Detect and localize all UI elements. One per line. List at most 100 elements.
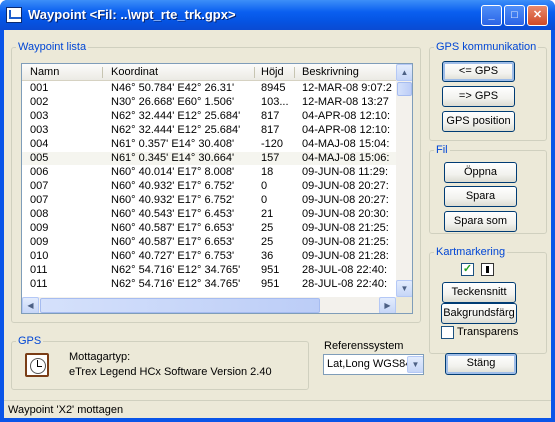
column-header-name[interactable]: Namn bbox=[30, 66, 59, 78]
table-row[interactable]: 003 N62° 32.444' E12° 25.684' 817 04-APR-08… bbox=[22, 124, 396, 137]
table-row[interactable]: 011 N62° 54.716' E12° 34.765' 951 28-JUL-08… bbox=[22, 264, 396, 277]
app-icon bbox=[6, 7, 22, 23]
transparent-checkbox[interactable] bbox=[441, 326, 454, 339]
table-row[interactable]: 001 N46° 50.784' E42° 26.31' 8945 12-MAR-08… bbox=[22, 82, 396, 95]
status-text: Waypoint 'X2' mottagen bbox=[8, 404, 124, 416]
horizontal-scrollbar[interactable]: ◀ ▶ bbox=[22, 297, 396, 313]
column-divider[interactable] bbox=[102, 67, 103, 78]
cell-height: 951 bbox=[261, 278, 280, 290]
cell-name: 006 bbox=[30, 166, 49, 178]
cell-coordinate: N46° 50.784' E42° 26.31' bbox=[111, 82, 235, 94]
cell-name: 004 bbox=[30, 138, 49, 150]
waypoint-list[interactable]: Namn Koordinat Höjd Beskrivning 001 N46° … bbox=[21, 63, 413, 314]
map-marking-legend: Kartmarkering bbox=[436, 246, 506, 258]
reference-system-label: Referenssystem bbox=[324, 340, 404, 352]
table-row[interactable]: 009 N60° 40.587' E17° 6.653' 25 09-JUN-08 2… bbox=[22, 222, 396, 235]
cell-name: 003 bbox=[30, 124, 49, 136]
cell-height: 817 bbox=[261, 124, 280, 136]
cell-height: -120 bbox=[261, 138, 284, 150]
cell-height: 21 bbox=[261, 208, 274, 220]
receiver-type-value: eTrex Legend HCx Software Version 2.40 bbox=[69, 366, 272, 378]
window-title: Waypoint <Fil: ..\wpt_rte_trk.gpx> bbox=[28, 7, 236, 22]
cell-description: 09-JUN-08 20:27: bbox=[302, 180, 389, 192]
column-header-coordinate[interactable]: Koordinat bbox=[111, 66, 158, 78]
scroll-right-button[interactable]: ▶ bbox=[379, 297, 396, 313]
cell-coordinate: N60° 40.932' E17° 6.752' bbox=[111, 180, 235, 192]
save-button[interactable]: Spara bbox=[444, 186, 517, 207]
reference-system-select[interactable]: Lat,Long WGS84 ▼ bbox=[323, 354, 424, 375]
map-marking-checkbox[interactable]: ✓ bbox=[461, 263, 474, 276]
scroll-left-button[interactable]: ◀ bbox=[22, 297, 39, 313]
column-divider[interactable] bbox=[294, 67, 295, 78]
table-row[interactable]: 003 N62° 32.444' E12° 25.684' 817 04-APR-08… bbox=[22, 110, 396, 123]
scroll-down-button[interactable]: ▼ bbox=[396, 280, 412, 297]
table-row[interactable]: 006 N60° 40.014' E17° 8.008' 18 09-JUN-08 1… bbox=[22, 166, 396, 179]
cell-description: 09-JUN-08 21:28: bbox=[302, 250, 389, 262]
font-button[interactable]: Teckensnitt bbox=[442, 282, 516, 303]
column-divider[interactable] bbox=[254, 67, 255, 78]
minimize-button[interactable]: _ bbox=[481, 5, 502, 26]
cell-height: 25 bbox=[261, 236, 274, 248]
cell-description: 09-JUN-08 20:27: bbox=[302, 194, 389, 206]
list-header: Namn Koordinat Höjd Beskrivning bbox=[22, 64, 396, 81]
table-row[interactable]: 010 N60° 40.727' E17° 6.753' 36 09-JUN-08 2… bbox=[22, 250, 396, 263]
application-window: Waypoint <Fil: ..\wpt_rte_trk.gpx> _ □ ✕… bbox=[0, 0, 555, 422]
cell-name: 005 bbox=[30, 152, 49, 164]
cell-name: 007 bbox=[30, 194, 49, 206]
vertical-scrollbar[interactable]: ▲ ▼ bbox=[396, 64, 412, 297]
close-window-button[interactable]: ✕ bbox=[527, 5, 548, 26]
column-header-description[interactable]: Beskrivning bbox=[302, 66, 359, 78]
cell-coordinate: N60° 40.587' E17° 6.653' bbox=[111, 236, 235, 248]
receiver-type-label: Mottagartyp: bbox=[69, 351, 131, 363]
cell-coordinate: N62° 32.444' E12° 25.684' bbox=[111, 124, 241, 136]
table-row[interactable]: 008 N60° 40.543' E17° 6.453' 21 09-JUN-08 2… bbox=[22, 208, 396, 221]
scroll-up-button[interactable]: ▲ bbox=[396, 64, 412, 81]
cell-height: 8945 bbox=[261, 82, 286, 94]
cell-description: 09-JUN-08 20:30: bbox=[302, 208, 389, 220]
column-header-height[interactable]: Höjd bbox=[261, 66, 284, 78]
table-row[interactable]: 004 N61° 0.357' E14° 30.408' -120 04-MAJ-08… bbox=[22, 138, 396, 151]
background-color-button[interactable]: Bakgrundsfärg bbox=[441, 303, 517, 324]
vertical-scroll-thumb[interactable] bbox=[397, 82, 412, 96]
cell-name: 002 bbox=[30, 96, 49, 108]
maximize-button[interactable]: □ bbox=[504, 5, 525, 26]
gps-position-button[interactable]: GPS position bbox=[442, 111, 515, 132]
cell-description: 28-JUL-08 22:40: bbox=[302, 278, 387, 290]
cell-height: 0 bbox=[261, 180, 268, 192]
list-rows: 001 N46° 50.784' E42° 26.31' 8945 12-MAR-08… bbox=[22, 82, 396, 294]
cell-coordinate: N61° 0.345' E14° 30.664' bbox=[111, 152, 235, 164]
cell-height: 18 bbox=[261, 166, 274, 178]
cell-description: 04-APR-08 12:10: bbox=[302, 110, 391, 122]
horizontal-scroll-thumb[interactable] bbox=[40, 298, 320, 313]
table-row[interactable]: 009 N60° 40.587' E17° 6.653' 25 09-JUN-08 2… bbox=[22, 236, 396, 249]
table-row[interactable]: 002 N30° 26.668' E60° 1.506' 103... 12-MAR-… bbox=[22, 96, 396, 109]
cell-description: 09-JUN-08 21:25: bbox=[302, 222, 389, 234]
gps-legend: GPS bbox=[18, 335, 42, 347]
cell-coordinate: N60° 40.587' E17° 6.653' bbox=[111, 222, 235, 234]
transparent-label: Transparens bbox=[457, 326, 519, 338]
table-row[interactable]: 007 N60° 40.932' E17° 6.752' 0 09-JUN-08 20… bbox=[22, 180, 396, 193]
cell-coordinate: N60° 40.543' E17° 6.453' bbox=[111, 208, 235, 220]
cell-height: 103... bbox=[261, 96, 289, 108]
table-row[interactable]: 005 N61° 0.345' E14° 30.664' 157 04-MAJ-08 … bbox=[22, 152, 396, 165]
cell-description: 28-JUL-08 22:40: bbox=[302, 264, 387, 276]
close-button[interactable]: Stäng bbox=[445, 353, 517, 375]
cell-coordinate: N60° 40.014' E17° 8.008' bbox=[111, 166, 235, 178]
cell-height: 25 bbox=[261, 222, 274, 234]
marker-style-icon[interactable] bbox=[481, 263, 494, 276]
clock-icon bbox=[25, 353, 49, 377]
cell-name: 001 bbox=[30, 82, 49, 94]
file-legend: Fil bbox=[436, 144, 448, 156]
receive-from-gps-button[interactable]: <= GPS bbox=[442, 61, 515, 82]
cell-height: 157 bbox=[261, 152, 280, 164]
send-to-gps-button[interactable]: => GPS bbox=[442, 86, 515, 107]
table-row[interactable]: 011 N62° 54.716' E12° 34.765' 951 28-JUL-08… bbox=[22, 278, 396, 291]
title-bar[interactable]: Waypoint <Fil: ..\wpt_rte_trk.gpx> _ □ ✕ bbox=[0, 0, 555, 30]
save-as-button[interactable]: Spara som bbox=[444, 211, 517, 232]
cell-coordinate: N62° 54.716' E12° 34.765' bbox=[111, 278, 241, 290]
cell-name: 009 bbox=[30, 236, 49, 248]
open-button[interactable]: Öppna bbox=[444, 162, 517, 183]
table-row[interactable]: 007 N60° 40.932' E17° 6.752' 0 09-JUN-08 20… bbox=[22, 194, 396, 207]
chevron-down-icon[interactable]: ▼ bbox=[407, 356, 423, 373]
cell-name: 007 bbox=[30, 180, 49, 192]
